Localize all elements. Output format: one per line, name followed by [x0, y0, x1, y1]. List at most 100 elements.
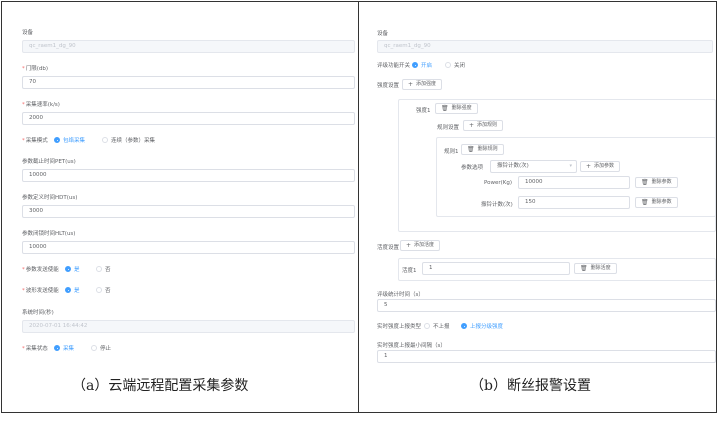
button-label: 添加参数 — [594, 163, 615, 169]
level1-label: 强度1 — [416, 108, 431, 114]
wave-enable-no-radio[interactable]: 否 — [96, 286, 111, 294]
ring-count-label: 振铃计数(次) — [481, 202, 513, 208]
figure-divider — [358, 1, 359, 413]
rating-on-radio[interactable]: 开启 — [412, 61, 432, 69]
delete-activity-button[interactable]: 🗑 删除活度 — [574, 263, 617, 274]
rating-switch-label: 评级功能开关 — [377, 63, 411, 69]
delete-param-button[interactable]: 🗑 删除参数 — [635, 197, 678, 208]
hdt-input[interactable]: 3000 — [22, 205, 355, 218]
button-label: 删除强度 — [451, 105, 472, 111]
mode-envelope-radio[interactable]: 包络采集 — [54, 136, 85, 144]
threshold-label: *门限(db) — [22, 66, 49, 72]
param-enable-yes-radio[interactable]: 是 — [65, 265, 80, 273]
radio-label: 包络采集 — [63, 138, 86, 144]
wave-enable-yes-radio[interactable]: 是 — [65, 286, 80, 294]
plus-icon: + — [408, 81, 414, 88]
add-level-button[interactable]: + 添加强度 — [402, 79, 443, 90]
radio-dot — [54, 345, 60, 351]
device-field: qc_raem1_dg_90 — [377, 40, 713, 53]
button-label: 添加活度 — [414, 242, 435, 248]
param-option-label: 参数选项 — [461, 165, 484, 171]
rating-period-input[interactable]: 5 — [377, 299, 716, 312]
radio-dot — [91, 345, 97, 351]
button-label: 添加规则 — [477, 122, 498, 128]
mode-continuous-radio[interactable]: 连续（参数）采集 — [102, 136, 155, 144]
select-value: 振铃计数(次) — [497, 163, 529, 169]
radio-dot — [65, 266, 71, 272]
radio-dot — [65, 287, 71, 293]
trash-icon: 🗑 — [441, 105, 449, 112]
rating-period-label: 评级统计时间（s） — [377, 292, 424, 298]
activity-settings-label: 活度设置 — [377, 245, 400, 251]
system-time-label: 系统时间(秒) — [22, 310, 54, 316]
add-activity-button[interactable]: + 添加活度 — [400, 240, 441, 251]
radio-dot — [445, 62, 451, 68]
delete-level-button[interactable]: 🗑 删除强度 — [435, 103, 478, 114]
rating-off-radio[interactable]: 关闭 — [445, 61, 465, 69]
system-time-field: 2020-07-01 16:44:42 — [22, 320, 355, 333]
mode-label: *采集模式 — [22, 138, 48, 144]
wire-break-alarm-panel: 设备 qc_raem1_dg_90 评级功能开关 开启 关闭 强度设置 + 添加强… — [360, 2, 716, 374]
threshold-input[interactable]: 70 — [22, 76, 355, 89]
radio-label: 停止 — [100, 346, 112, 352]
pet-label: 参数截止时间PET(us) — [22, 159, 76, 165]
trash-icon: 🗑 — [467, 146, 475, 153]
button-label: 删除参数 — [651, 199, 672, 205]
radio-dot — [54, 137, 60, 143]
radio-dot — [96, 266, 102, 272]
delete-param-button[interactable]: 🗑 删除参数 — [635, 177, 678, 188]
plus-icon: + — [469, 122, 475, 129]
sample-rate-label: *采集速率(k/s) — [22, 102, 60, 108]
device-label: 设备 — [22, 30, 34, 36]
radio-label: 否 — [105, 288, 111, 294]
chevron-down-icon: ▾ — [569, 163, 572, 169]
activity1-input[interactable]: 1 — [422, 262, 570, 275]
power-label: Power(Kg) — [484, 180, 513, 186]
radio-label: 是 — [74, 288, 80, 294]
radio-label: 不上报 — [433, 324, 450, 330]
status-label: *采集状态 — [22, 346, 48, 352]
activity1-label: 活度1 — [402, 268, 417, 274]
trash-icon: 🗑 — [641, 199, 649, 206]
wave-enable-label: *波形发送使能 — [22, 288, 59, 294]
status-collect-radio[interactable]: 采集 — [54, 344, 74, 352]
status-stop-radio[interactable]: 停止 — [91, 344, 111, 352]
caption-b: （b）断丝报警设置 — [470, 378, 591, 394]
radio-dot — [412, 62, 418, 68]
param-select[interactable]: 振铃计数(次) ▾ — [490, 160, 577, 173]
radio-label: 上报分级强度 — [470, 324, 504, 330]
report-min-interval-input[interactable]: 1 — [377, 350, 716, 363]
power-input[interactable]: 10000 — [518, 176, 630, 189]
report-none-radio[interactable]: 不上报 — [424, 322, 450, 330]
report-type-label: 实时强度上报类型 — [377, 324, 422, 330]
radio-dot — [96, 287, 102, 293]
plus-icon: + — [406, 242, 412, 249]
delete-rule-button[interactable]: 🗑 删除规则 — [461, 144, 504, 155]
hlt-input[interactable]: 10000 — [22, 241, 355, 254]
radio-dot — [102, 137, 108, 143]
hdt-label: 参数定义时间HDT(us) — [22, 195, 78, 201]
device-field: qc_raem1_dg_90 — [22, 40, 355, 53]
pet-input[interactable]: 10000 — [22, 169, 355, 182]
radio-label: 关闭 — [454, 63, 466, 69]
trash-icon: 🗑 — [641, 179, 649, 186]
device-label: 设备 — [377, 31, 389, 37]
level-settings-label: 强度设置 — [377, 83, 400, 89]
sample-rate-input[interactable]: 2000 — [22, 112, 355, 125]
ring-count-input[interactable]: 150 — [518, 196, 630, 209]
button-label: 删除参数 — [651, 179, 672, 185]
add-rule-button[interactable]: + 添加规则 — [463, 120, 504, 131]
param-enable-no-radio[interactable]: 否 — [96, 265, 111, 273]
report-min-interval-label: 实时强度上报最小间隔（s） — [377, 343, 446, 349]
button-label: 删除活度 — [590, 265, 611, 271]
hlt-label: 参数闭锁时间HLT(us) — [22, 231, 76, 237]
trash-icon: 🗑 — [580, 265, 588, 272]
report-level-radio[interactable]: 上报分级强度 — [461, 322, 503, 330]
radio-label: 否 — [105, 267, 111, 273]
radio-dot — [461, 323, 467, 329]
caption-a: （a）云端远程配置采集参数 — [72, 378, 249, 394]
plus-icon: + — [586, 163, 592, 170]
add-param-button[interactable]: + 添加参数 — [580, 161, 621, 172]
radio-label: 开启 — [421, 63, 433, 69]
button-label: 添加强度 — [416, 81, 437, 87]
